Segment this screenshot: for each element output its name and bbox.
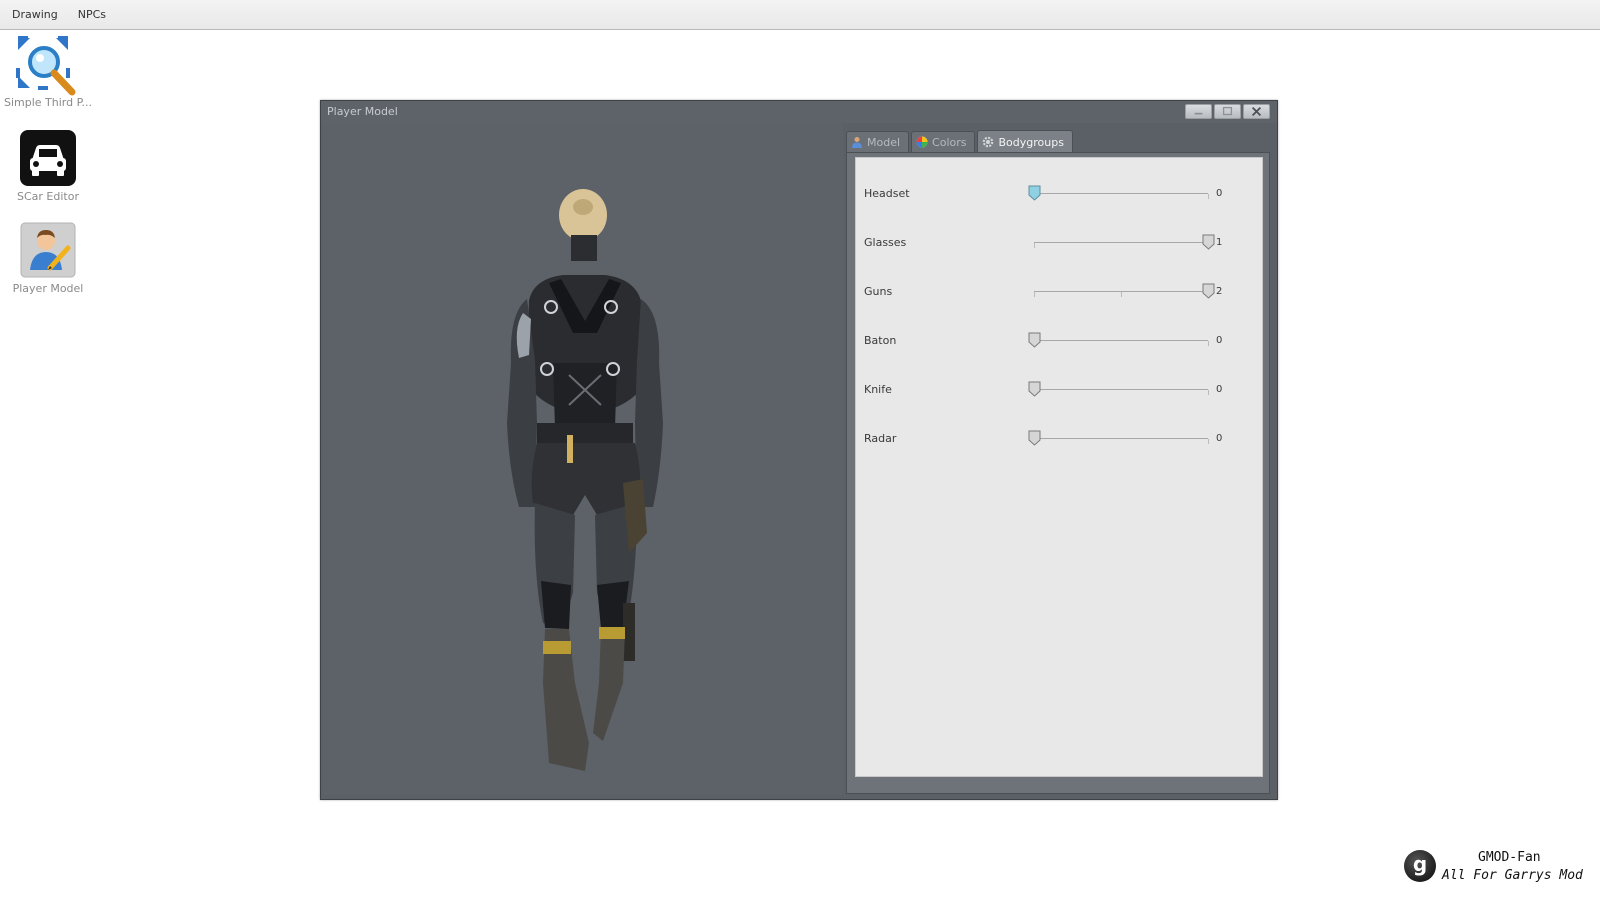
close-icon xyxy=(1251,106,1262,117)
desktop-icon-simple-third-person[interactable]: Simple Third P... xyxy=(2,36,94,109)
baton-slider-thumb[interactable] xyxy=(1028,332,1041,348)
desktop-icon-player-model[interactable]: Player Model xyxy=(2,222,94,295)
tab-colors[interactable]: Colors xyxy=(911,131,976,152)
property-tabs: Model Colors Bodygroups xyxy=(846,130,1075,153)
guns-slider-thumb[interactable] xyxy=(1202,283,1215,299)
bodygroup-row-glasses: Glasses 1 xyxy=(856,233,1262,253)
menu-drawing[interactable]: Drawing xyxy=(2,0,68,29)
top-menubar: Drawing NPCs xyxy=(0,0,1600,30)
magnifier-expand-icon xyxy=(16,36,76,96)
person-icon xyxy=(852,137,862,148)
slider-tick xyxy=(1208,194,1209,199)
color-wheel-icon xyxy=(916,136,928,148)
desktop-icon-label: Player Model xyxy=(12,282,84,295)
slider-track[interactable] xyxy=(1034,193,1208,194)
desktop-icon-label: Simple Third P... xyxy=(3,96,93,109)
bodygroup-value: 1 xyxy=(1216,237,1223,248)
bodygroup-label: Baton xyxy=(864,334,897,347)
slider-track[interactable] xyxy=(1034,242,1208,243)
bodygroup-value: 0 xyxy=(1216,384,1223,395)
bodygroup-value: 0 xyxy=(1216,433,1223,444)
watermark-title: GMOD-Fan xyxy=(1478,850,1541,865)
tab-label: Colors xyxy=(932,135,967,149)
desktop-icon-label: SCar Editor xyxy=(17,190,79,203)
close-button[interactable] xyxy=(1243,104,1270,119)
minimize-button[interactable] xyxy=(1185,104,1212,119)
tab-label: Model xyxy=(867,135,901,149)
glasses-slider-thumb[interactable] xyxy=(1202,234,1215,250)
watermark-subtitle: All For Garrys Mod xyxy=(1442,868,1583,883)
maximize-icon xyxy=(1222,106,1233,116)
slider-track[interactable] xyxy=(1034,438,1208,439)
slider-tick xyxy=(1208,439,1209,444)
bodygroup-row-knife: Knife 0 xyxy=(856,380,1262,400)
car-icon xyxy=(20,130,76,186)
bodygroup-row-radar: Radar 0 xyxy=(856,429,1262,449)
desktop-icon-scar-editor[interactable]: SCar Editor xyxy=(2,130,94,203)
window-title: Player Model xyxy=(327,105,398,118)
player-model-window[interactable]: Player Model Model Colors Bodygroups Hea… xyxy=(320,100,1278,800)
menu-npcs[interactable]: NPCs xyxy=(68,0,116,29)
bodygroups-panel-frame: Headset 0 Glasses 1 Guns 2 Baton 0 Knife… xyxy=(846,152,1270,794)
headset-slider-thumb[interactable] xyxy=(1028,185,1041,201)
slider-tick xyxy=(1208,390,1209,395)
window-titlebar[interactable]: Player Model xyxy=(321,101,1277,123)
maximize-button[interactable] xyxy=(1214,104,1241,119)
bodygroup-value: 0 xyxy=(1216,188,1223,199)
knife-slider-thumb[interactable] xyxy=(1028,381,1041,397)
player-edit-icon xyxy=(20,222,76,278)
model-preview-viewport[interactable] xyxy=(323,123,843,795)
bodygroup-label: Guns xyxy=(864,285,893,298)
player-model-figure xyxy=(507,189,663,771)
radar-slider-thumb[interactable] xyxy=(1028,430,1041,446)
slider-tick xyxy=(1034,243,1035,248)
gear-icon xyxy=(983,136,994,148)
bodygroup-label: Knife xyxy=(864,383,892,396)
bodygroup-label: Radar xyxy=(864,432,897,445)
slider-tick xyxy=(1121,292,1122,297)
slider-track[interactable] xyxy=(1034,389,1208,390)
bodygroup-label: Headset xyxy=(864,187,910,200)
bodygroup-row-headset: Headset 0 xyxy=(856,184,1262,204)
minimize-icon xyxy=(1194,112,1203,115)
slider-tick xyxy=(1208,341,1209,346)
bodygroups-panel: Headset 0 Glasses 1 Guns 2 Baton 0 Knife… xyxy=(855,157,1263,777)
bodygroup-row-guns: Guns 2 xyxy=(856,282,1262,302)
bodygroup-value: 0 xyxy=(1216,335,1223,346)
tab-bodygroups[interactable]: Bodygroups xyxy=(977,130,1073,153)
bodygroup-value: 2 xyxy=(1216,286,1223,297)
slider-tick xyxy=(1034,292,1035,297)
bodygroup-label: Glasses xyxy=(864,236,907,249)
tab-label: Bodygroups xyxy=(998,135,1064,149)
bodygroup-row-baton: Baton 0 xyxy=(856,331,1262,351)
tab-model[interactable]: Model xyxy=(846,131,910,152)
watermark: g GMOD-Fan All For Garrys Mod xyxy=(1404,848,1594,888)
gmod-fan-logo: g xyxy=(1404,850,1436,882)
slider-track[interactable] xyxy=(1034,340,1208,341)
